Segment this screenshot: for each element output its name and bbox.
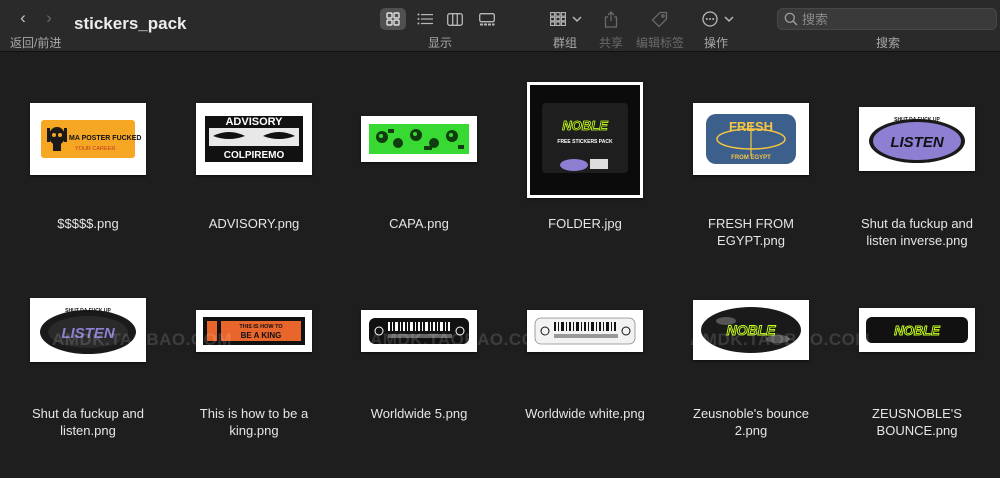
- file-name: ZEUSNOBLE'S BOUNCE.png: [872, 406, 962, 438]
- search-field[interactable]: [777, 8, 997, 30]
- back-button[interactable]: ‹: [13, 8, 33, 28]
- file-thumbnail: NOBLE FREE STICKERS PACK: [527, 82, 643, 198]
- columns-icon: [447, 12, 463, 26]
- file-name: $$$$$.png: [57, 216, 119, 231]
- more-icon: [702, 11, 718, 27]
- file-thumbnail: NOBLE: [859, 308, 975, 352]
- thumb-text: NOBLE: [562, 118, 608, 133]
- thumb-text: BE A KING: [241, 331, 282, 340]
- thumb-subtext: YOUR CAREER: [75, 146, 115, 152]
- group-button[interactable]: [548, 8, 584, 30]
- file-grid: MA POSTER FUCKED YOUR CAREER $$$$$.png A…: [0, 52, 1000, 478]
- thumb-subtext: SHUT DA FUCK UP: [894, 117, 940, 123]
- file-name: FOLDER.jpg: [548, 216, 622, 231]
- thumb-text: FRESH: [729, 119, 773, 134]
- chevron-right-icon: ›: [46, 8, 52, 27]
- file-item[interactable]: ADVISORY COLPIREMO ADVISORY.png: [171, 52, 337, 232]
- share-label: 共享: [598, 36, 624, 50]
- file-name: Zeusnoble's bounce 2.png: [693, 406, 809, 438]
- display-label: 显示: [427, 36, 453, 50]
- search-label: 搜索: [875, 36, 901, 50]
- file-thumbnail: ADVISORY COLPIREMO: [196, 103, 312, 175]
- file-name: Shut da fuckup and listen.png: [31, 406, 145, 438]
- forward-button[interactable]: ›: [39, 8, 59, 28]
- file-name: Worldwide 5.png: [370, 406, 468, 421]
- thumb-text: MA POSTER FUCKED: [69, 135, 141, 142]
- file-item[interactable]: FRESH FROM EGYPT FRESH FROM EGYPT.png: [668, 52, 834, 248]
- grid-icon: [386, 12, 400, 26]
- thumb-text: ADVISORY: [225, 116, 283, 128]
- share-button[interactable]: [600, 8, 622, 30]
- share-icon: [604, 10, 618, 28]
- file-name: CAPA.png: [389, 216, 449, 231]
- chevron-down-icon: [572, 16, 582, 23]
- thumb-text: NOBLE: [894, 323, 940, 338]
- tag-button[interactable]: [648, 8, 670, 30]
- watermark: AMDK.TAOBAO.COM: [370, 330, 550, 349]
- icon-view-button[interactable]: [380, 8, 406, 30]
- chevron-left-icon: ‹: [20, 8, 26, 27]
- thumb-subtext: FROM EGYPT: [731, 155, 771, 161]
- file-name: Worldwide white.png: [525, 406, 645, 421]
- finder-toolbar: ‹ › 返回/前进 stickers_pack 显示 群组 共享 编辑标签 操作…: [0, 0, 1000, 52]
- tag-icon: [651, 11, 667, 27]
- thumb-text: LISTEN: [890, 134, 945, 151]
- chevron-down-icon: [724, 16, 734, 23]
- group-label: 群组: [552, 36, 578, 50]
- watermark: AMDK.TAOBAO.COM: [52, 330, 232, 349]
- window-title: stickers_pack: [74, 14, 187, 33]
- file-item[interactable]: SHUT DA FUCK UP LISTEN Shut da fuckup an…: [834, 52, 1000, 248]
- file-item[interactable]: NOBLE FREE STICKERS PACK FOLDER.jpg: [502, 52, 668, 232]
- nav-label: 返回/前进: [10, 36, 62, 50]
- thumb-subtext: THIS IS HOW TO: [239, 324, 283, 330]
- tag-label: 编辑标签: [635, 36, 685, 50]
- file-thumbnail: MA POSTER FUCKED YOUR CAREER: [30, 103, 146, 175]
- search-input[interactable]: [802, 11, 996, 27]
- thumb-subtext: FREE STICKERS PACK: [557, 139, 613, 145]
- gallery-icon: [479, 12, 495, 25]
- watermark: AMDK.TAOBAO.COM: [690, 330, 870, 349]
- file-name: This is how to be a king.png: [199, 406, 309, 438]
- file-name: ADVISORY.png: [208, 216, 300, 231]
- list-view-button[interactable]: [412, 8, 438, 30]
- search-icon: [784, 12, 798, 26]
- action-label: 操作: [703, 36, 729, 50]
- thumb-subtext: SHUT DA FUCK UP: [65, 308, 111, 314]
- file-thumbnail: [361, 116, 477, 162]
- gallery-view-button[interactable]: [474, 8, 500, 30]
- file-item[interactable]: MA POSTER FUCKED YOUR CAREER $$$$$.png: [5, 52, 171, 232]
- thumb-subtext: COLPIREMO: [224, 150, 285, 161]
- file-item[interactable]: CAPA.png: [336, 52, 502, 232]
- column-view-button[interactable]: [442, 8, 468, 30]
- file-thumbnail: FRESH FROM EGYPT: [693, 103, 809, 175]
- file-thumbnail: SHUT DA FUCK UP LISTEN: [859, 107, 975, 171]
- action-button[interactable]: [700, 8, 736, 30]
- group-grid-icon: [550, 12, 566, 26]
- list-icon: [417, 13, 433, 25]
